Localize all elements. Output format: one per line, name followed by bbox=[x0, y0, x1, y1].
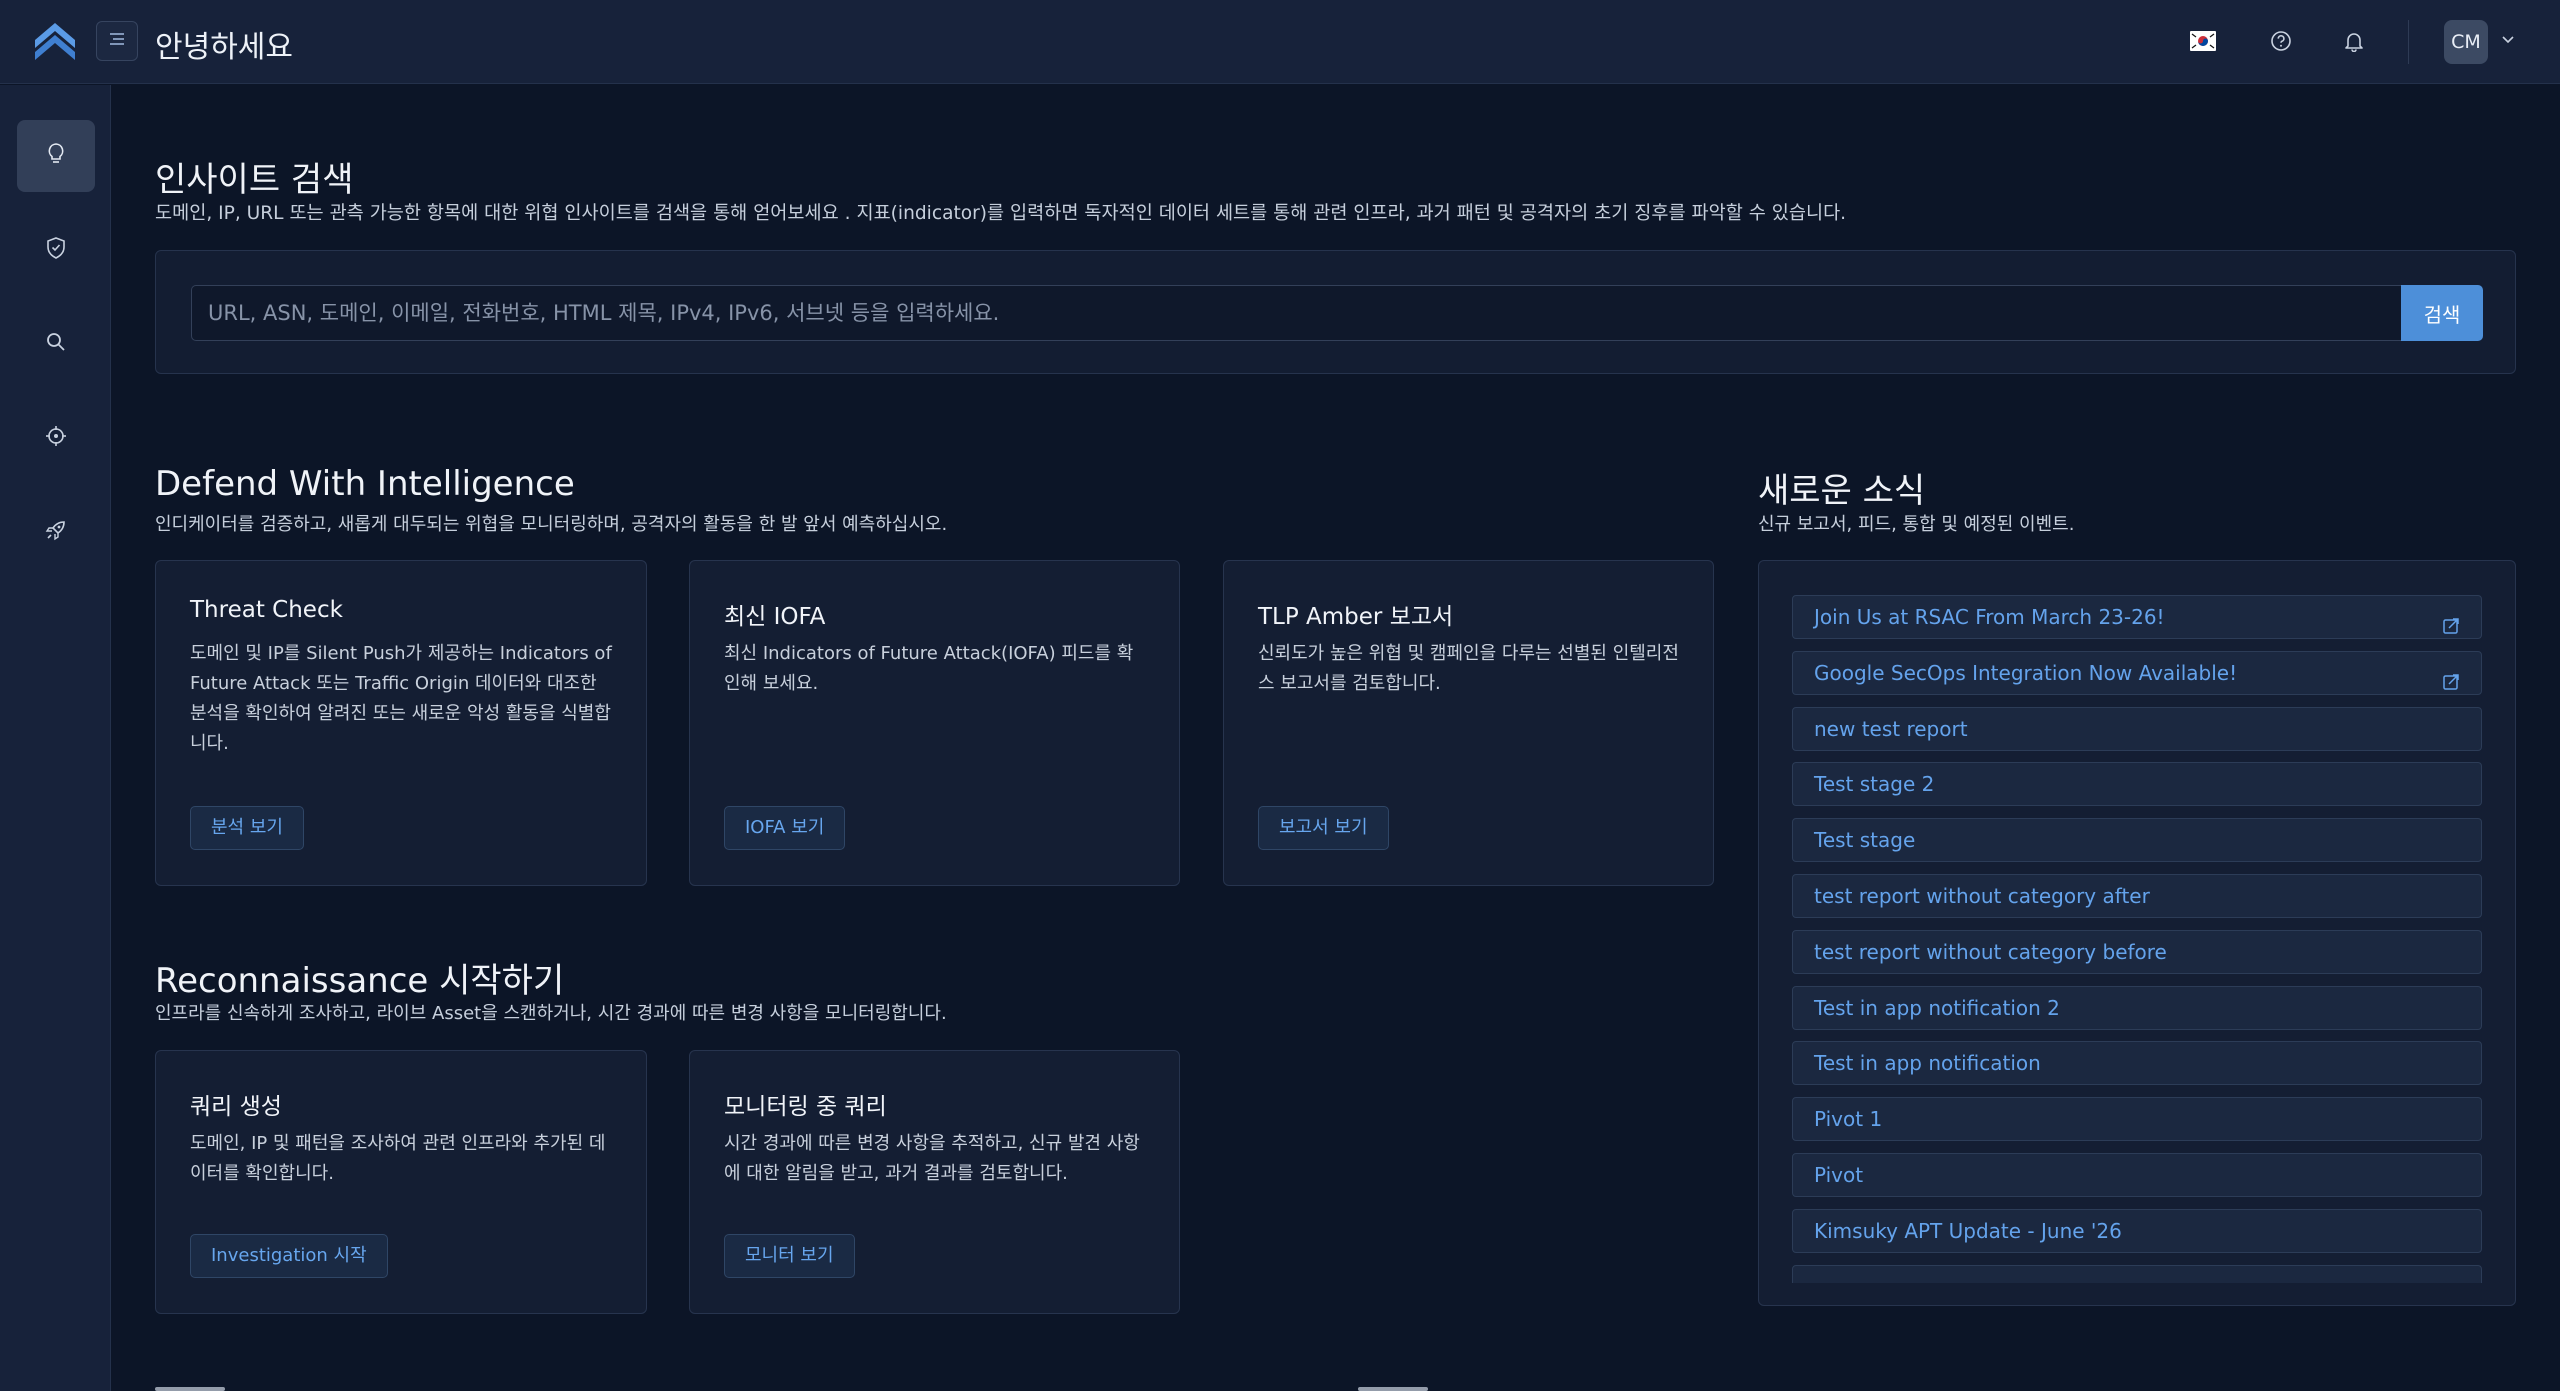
sidebar-item-defend[interactable] bbox=[17, 214, 95, 286]
news-item[interactable]: test report without category before bbox=[1792, 929, 2482, 974]
sidebar bbox=[0, 85, 111, 1391]
news-section-subtitle: 신규 보고서, 피드, 통합 및 예정된 이벤트. bbox=[1758, 514, 2075, 535]
external-link-icon bbox=[2441, 664, 2461, 690]
card-title: 모니터링 중 쿼리 bbox=[724, 1094, 887, 1120]
search-button[interactable]: 검색 bbox=[2401, 285, 2483, 341]
create-query-card: 쿼리 생성 도메인, IP 및 패턴을 조사하여 관련 인프라와 추가된 데이터… bbox=[155, 1050, 647, 1314]
page-greeting: 안녕하세요 bbox=[155, 30, 293, 65]
monitored-queries-card: 모니터링 중 쿼리 시간 경과에 따른 변경 사항을 추적하고, 신규 발견 사… bbox=[689, 1050, 1180, 1314]
crosshair-icon bbox=[44, 424, 68, 452]
next-section-title-peek bbox=[1358, 1378, 1428, 1391]
news-list[interactable]: Join Us at RSAC From March 23-26! Google… bbox=[1792, 595, 2482, 1283]
news-item-label: new test report bbox=[1814, 716, 1968, 741]
recon-section-subtitle: 인프라를 신속하게 조사하고, 라이브 Asset을 스캔하거나, 시간 경과에… bbox=[155, 1003, 947, 1024]
next-section-title-peek bbox=[155, 1378, 225, 1391]
news-item[interactable]: Pivot bbox=[1792, 1152, 2482, 1197]
sidebar-item-integrations[interactable] bbox=[17, 496, 95, 568]
news-section-title: 새로운 소식 bbox=[1758, 471, 1926, 511]
news-item-label: Pivot 1 bbox=[1814, 1107, 1883, 1132]
recon-section-title: Reconnaissance 시작하기 bbox=[155, 961, 565, 1001]
card-description: 최신 Indicators of Future Attack(IOFA) 피드를… bbox=[724, 643, 1134, 694]
sidebar-item-target[interactable] bbox=[17, 402, 95, 474]
threat-check-card: Threat Check 도메인 및 IP를 Silent Push가 제공하는… bbox=[155, 560, 647, 886]
top-bar: 안녕하세요 CM bbox=[0, 0, 2560, 84]
view-report-button[interactable]: 보고서 보기 bbox=[1258, 806, 1389, 850]
news-item[interactable]: Test in app notification 2 bbox=[1792, 985, 2482, 1030]
search-panel: 검색 bbox=[155, 250, 2516, 374]
shield-check-icon bbox=[44, 235, 68, 265]
card-title: TLP Amber 보고서 bbox=[1258, 604, 1454, 630]
user-avatar[interactable]: CM bbox=[2444, 20, 2488, 64]
sidebar-item-insights[interactable] bbox=[17, 120, 95, 192]
help-icon[interactable] bbox=[2266, 26, 2296, 56]
topbar-divider bbox=[2408, 20, 2409, 64]
start-investigation-button[interactable]: Investigation 시작 bbox=[190, 1234, 388, 1278]
news-item[interactable]: Test in app notification bbox=[1792, 1041, 2482, 1086]
news-item[interactable] bbox=[1792, 1264, 2482, 1283]
news-item-label: Test in app notification 2 bbox=[1814, 995, 2060, 1020]
menu-toggle-button[interactable] bbox=[96, 21, 138, 61]
lightbulb-icon bbox=[44, 141, 68, 171]
external-link-icon bbox=[2441, 608, 2461, 634]
card-description: 신뢰도가 높은 위협 및 캠페인을 다루는 선별된 인텔리전스 보고서를 검토합… bbox=[1258, 643, 1679, 694]
search-input[interactable] bbox=[191, 285, 2401, 341]
view-monitors-button[interactable]: 모니터 보기 bbox=[724, 1234, 855, 1278]
insight-search-subtitle: 도메인, IP, URL 또는 관측 가능한 항목에 대한 위협 인사이트를 검… bbox=[155, 203, 1847, 224]
card-title: 최신 IOFA bbox=[724, 604, 826, 630]
news-item-label: Test stage bbox=[1814, 828, 1916, 853]
card-title: 쿼리 생성 bbox=[190, 1094, 282, 1120]
news-item-label: Google SecOps Integration Now Available! bbox=[1814, 660, 2238, 685]
app-logo-icon[interactable] bbox=[32, 18, 78, 62]
card-description: 도메인, IP 및 패턴을 조사하여 관련 인프라와 추가된 데이터를 확인합니… bbox=[190, 1133, 606, 1184]
rocket-icon bbox=[44, 518, 68, 546]
news-item-label: Test stage 2 bbox=[1814, 772, 1935, 797]
news-item[interactable]: Test stage bbox=[1792, 818, 2482, 863]
news-item-label: test report without category after bbox=[1814, 883, 2150, 908]
news-item[interactable]: new test report bbox=[1792, 706, 2482, 751]
tlp-amber-card: TLP Amber 보고서 신뢰도가 높은 위협 및 캠페인을 다루는 선별된 … bbox=[1223, 560, 1714, 886]
card-description: 도메인 및 IP를 Silent Push가 제공하는 Indicators o… bbox=[190, 643, 612, 754]
news-item-label: Join Us at RSAC From March 23-26! bbox=[1814, 605, 2165, 629]
card-description: 시간 경과에 따른 변경 사항을 추적하고, 신규 발견 사항에 대한 알림을 … bbox=[724, 1133, 1140, 1184]
news-item-label: Test in app notification bbox=[1814, 1051, 2041, 1076]
news-item-label: test report without category before bbox=[1814, 939, 2167, 964]
news-item[interactable]: Kimsuky APT Update - June '26 bbox=[1792, 1208, 2482, 1253]
view-iofa-button[interactable]: IOFA 보기 bbox=[724, 806, 846, 850]
menu-lines-icon bbox=[108, 31, 126, 51]
news-item-label: Pivot bbox=[1814, 1162, 1864, 1187]
news-item-label: Kimsuky APT Update - June '26 bbox=[1814, 1218, 2122, 1243]
search-icon bbox=[44, 330, 68, 358]
news-item[interactable]: test report without category after bbox=[1792, 873, 2482, 918]
latest-iofa-card: 최신 IOFA 최신 Indicators of Future Attack(I… bbox=[689, 560, 1180, 886]
card-title: Threat Check bbox=[190, 597, 343, 623]
korea-flag-icon[interactable] bbox=[2188, 26, 2218, 56]
news-panel: Join Us at RSAC From March 23-26! Google… bbox=[1758, 560, 2516, 1306]
sidebar-item-search[interactable] bbox=[17, 308, 95, 380]
news-item[interactable]: Pivot 1 bbox=[1792, 1097, 2482, 1142]
news-item[interactable]: Test stage 2 bbox=[1792, 762, 2482, 807]
defend-section-subtitle: 인디케이터를 검증하고, 새롭게 대두되는 위협을 모니터링하며, 공격자의 활… bbox=[155, 514, 948, 535]
chevron-down-icon[interactable] bbox=[2498, 30, 2518, 50]
news-item[interactable]: Join Us at RSAC From March 23-26! bbox=[1792, 595, 2482, 639]
view-analysis-button[interactable]: 분석 보기 bbox=[190, 806, 304, 850]
news-item[interactable]: Google SecOps Integration Now Available! bbox=[1792, 650, 2482, 695]
insight-search-title: 인사이트 검색 bbox=[155, 160, 354, 200]
bell-icon[interactable] bbox=[2339, 26, 2369, 56]
defend-section-title: Defend With Intelligence bbox=[155, 464, 575, 504]
